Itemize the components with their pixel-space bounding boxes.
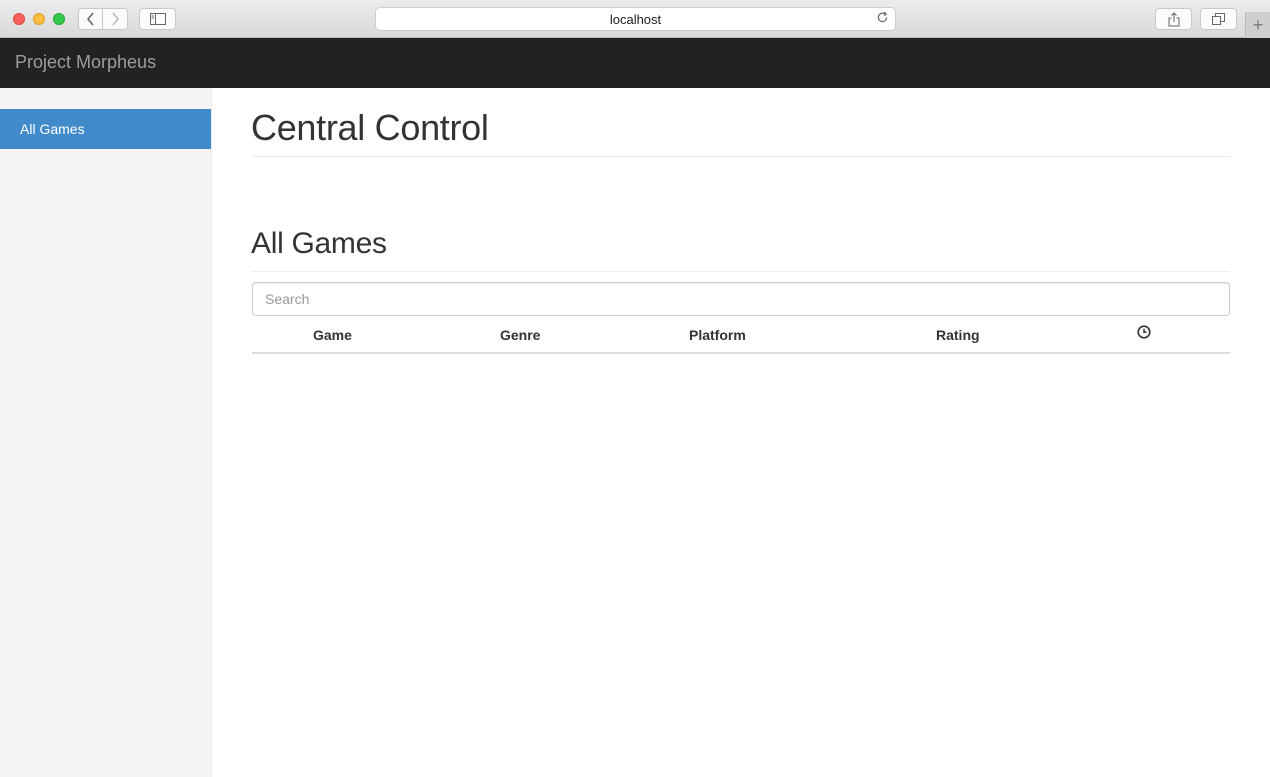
column-header-genre[interactable]: Genre	[500, 327, 540, 343]
back-arrow-icon	[86, 12, 94, 26]
column-header-rating[interactable]: Rating	[936, 327, 980, 343]
minimize-window-button[interactable]	[33, 13, 45, 25]
page-header: Central Control	[251, 108, 1230, 157]
section-title: All Games	[251, 227, 387, 260]
sidebar-toggle-button[interactable]	[139, 8, 176, 30]
close-window-button[interactable]	[13, 13, 25, 25]
section-header: All Games	[251, 226, 1230, 272]
plus-icon: +	[1252, 14, 1264, 35]
page-title: Central Control	[251, 107, 489, 148]
sidebar: All Games	[0, 88, 212, 777]
back-button[interactable]	[78, 8, 103, 30]
clock-icon[interactable]	[1137, 325, 1151, 342]
top-navbar: Project Morpheus	[0, 38, 1270, 88]
show-tabs-button[interactable]	[1200, 8, 1237, 30]
share-button[interactable]	[1155, 8, 1192, 30]
url-text: localhost	[609, 11, 662, 27]
sidebar-icon	[149, 13, 166, 25]
new-tab-button[interactable]: +	[1245, 12, 1270, 38]
reload-icon[interactable]	[876, 11, 889, 27]
zoom-window-button[interactable]	[53, 13, 65, 25]
search-input[interactable]	[252, 282, 1230, 316]
forward-arrow-icon	[112, 12, 120, 26]
forward-button[interactable]	[103, 8, 128, 30]
games-table-header: Game Genre Platform Rating	[252, 316, 1230, 354]
column-header-game[interactable]: Game	[313, 327, 352, 343]
sidebar-item-label: All Games	[20, 121, 85, 137]
tabs-icon	[1212, 13, 1225, 25]
address-bar[interactable]: localhost	[375, 7, 896, 31]
column-header-platform[interactable]: Platform	[689, 327, 746, 343]
sidebar-item-all-games[interactable]: All Games	[0, 109, 211, 149]
share-icon	[1168, 11, 1179, 26]
browser-toolbar: localhost +	[0, 0, 1270, 38]
brand-link[interactable]: Project Morpheus	[15, 52, 156, 73]
